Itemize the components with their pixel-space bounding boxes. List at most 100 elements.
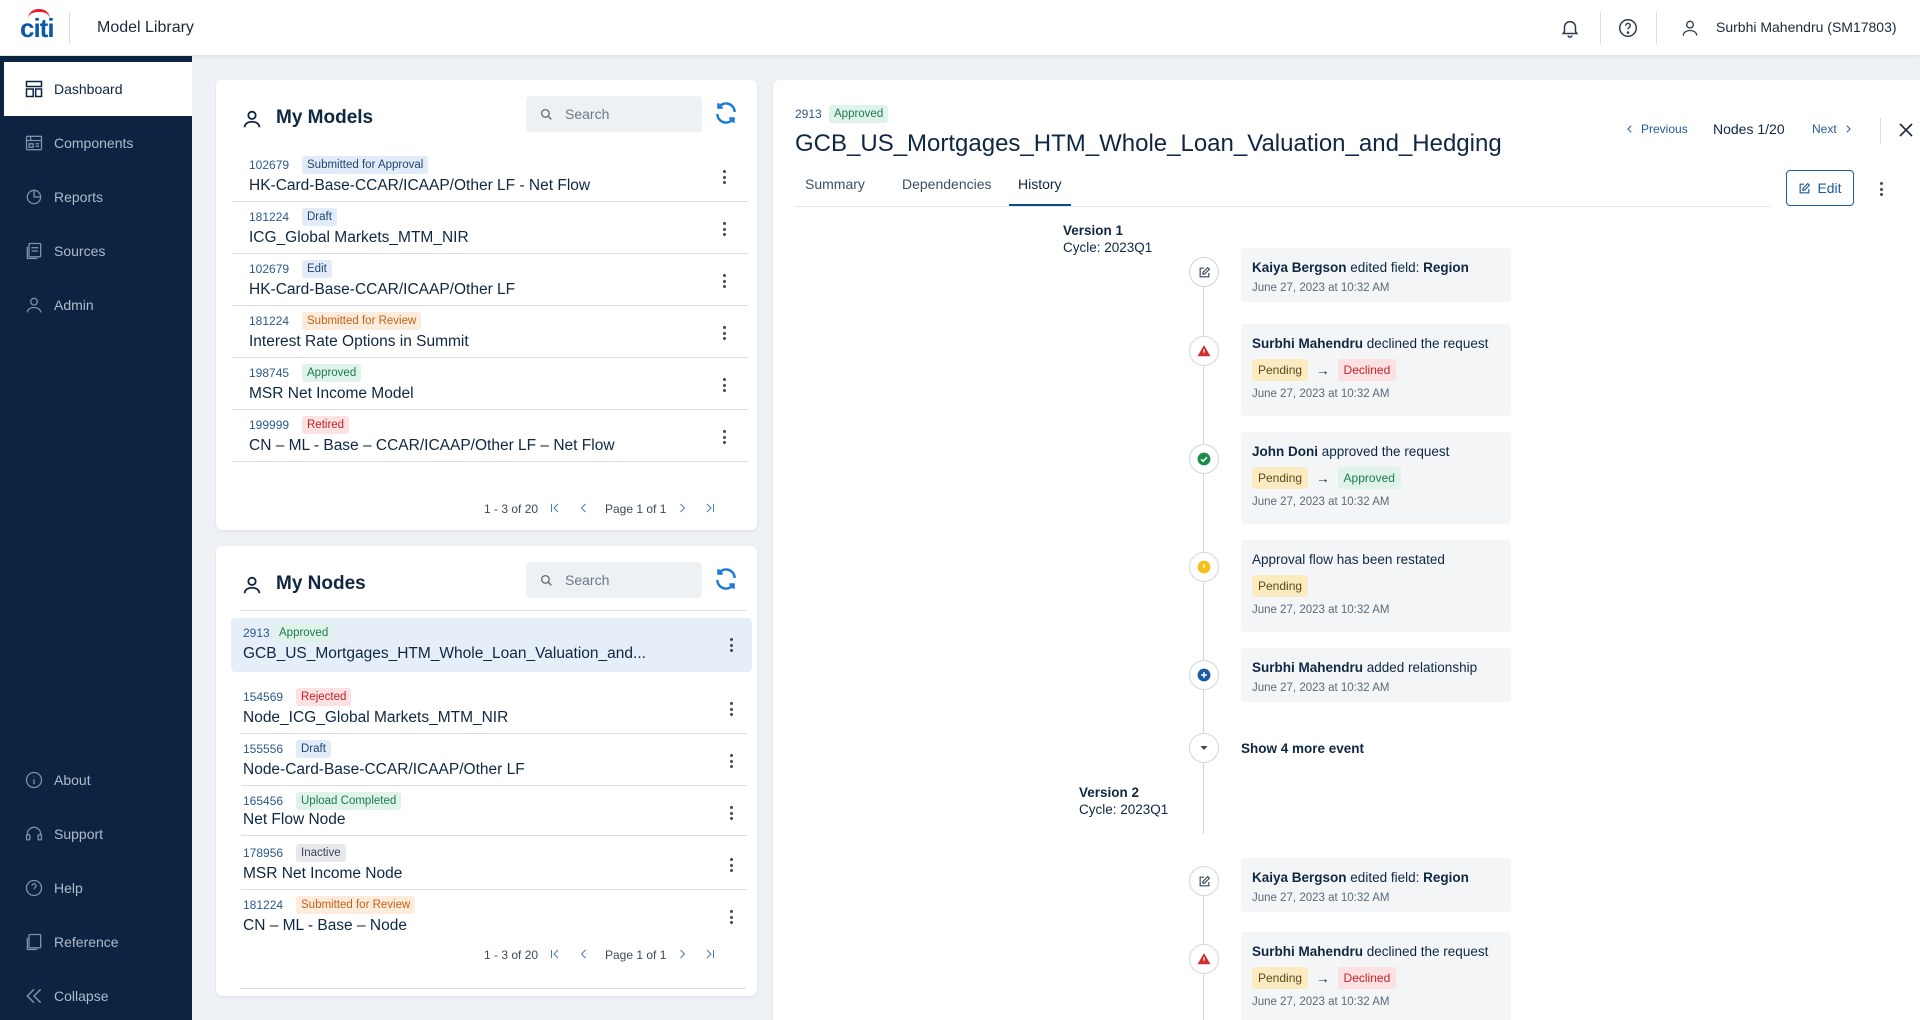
refresh-icon[interactable]: [713, 100, 739, 126]
list-item[interactable]: 181224 Submitted for Review Interest Rat…: [232, 306, 748, 358]
event-actor: Kaiya Bergson: [1252, 870, 1347, 885]
item-name[interactable]: HK-Card-Base-CCAR/ICAAP/Other LF: [249, 281, 515, 299]
chevron-down-icon[interactable]: [1189, 733, 1219, 763]
item-name[interactable]: GCB_US_Mortgages_HTM_Whole_Loan_Valuatio…: [243, 645, 646, 663]
edit-button[interactable]: Edit: [1786, 170, 1854, 206]
event-actor: Kaiya Bergson: [1252, 260, 1347, 275]
user-icon[interactable]: [1676, 14, 1704, 42]
more-vertical-icon[interactable]: [1876, 180, 1886, 198]
event-time: June 27, 2023 at 10:32 AM: [1252, 496, 1390, 508]
next-page-icon[interactable]: [676, 948, 688, 963]
models-search-input[interactable]: [565, 106, 685, 122]
sidebar-item-components[interactable]: Components: [0, 116, 192, 170]
sidebar-item-about[interactable]: About: [0, 753, 192, 807]
help-circle-icon[interactable]: [1614, 14, 1642, 42]
event-text: approved the request: [1318, 444, 1450, 459]
next-link[interactable]: Next: [1812, 122, 1853, 136]
nodes-pagination: 1 - 3 of 20 Page 1 of 1: [216, 946, 757, 966]
next-page-icon[interactable]: [676, 502, 688, 517]
history-event: Surbhi Mahendru added relationship June …: [1241, 648, 1511, 702]
more-vertical-icon[interactable]: [723, 636, 739, 654]
item-name[interactable]: Node_ICG_Global Markets_MTM_NIR: [243, 709, 508, 727]
close-icon[interactable]: [1897, 121, 1915, 139]
last-page-icon[interactable]: [704, 502, 716, 517]
alert-circle-icon: [1189, 552, 1219, 582]
app-title: Model Library: [97, 19, 194, 36]
warning-icon: [1189, 944, 1219, 974]
event-time: June 27, 2023 at 10:32 AM: [1252, 892, 1390, 904]
item-name[interactable]: HK-Card-Base-CCAR/ICAAP/Other LF - Net F…: [249, 177, 590, 195]
pagination-range: 1 - 3 of 20: [484, 948, 539, 962]
nodes-search-box[interactable]: [526, 562, 702, 598]
item-name[interactable]: Net Flow Node: [243, 811, 346, 829]
node-detail-panel: 2913 Approved GCB_US_Mortgages_HTM_Whole…: [773, 80, 1920, 1020]
more-vertical-icon[interactable]: [723, 908, 739, 926]
more-vertical-icon[interactable]: [716, 324, 732, 342]
citi-logo[interactable]: citi: [20, 9, 55, 44]
more-vertical-icon[interactable]: [716, 220, 732, 238]
sidebar-item-collapse[interactable]: Collapse: [0, 969, 192, 1020]
show-more-link[interactable]: Show 4 more event: [1241, 741, 1364, 756]
item-id: 198745: [249, 366, 290, 380]
more-vertical-icon[interactable]: [716, 168, 732, 186]
list-item[interactable]: 102679 Submitted for Approval HK-Card-Ba…: [232, 150, 748, 202]
more-vertical-icon[interactable]: [723, 804, 739, 822]
more-vertical-icon[interactable]: [716, 428, 732, 446]
list-item[interactable]: 165456 Upload Completed Net Flow Node: [241, 786, 747, 836]
status-badge: Pending: [1252, 575, 1309, 597]
prev-page-icon[interactable]: [578, 948, 590, 963]
status-badge: Draft: [302, 208, 337, 226]
sidebar-item-reports[interactable]: Reports: [0, 170, 192, 224]
sidebar-item-help[interactable]: Help: [0, 861, 192, 915]
list-item[interactable]: 181224 Draft ICG_Global Markets_MTM_NIR: [232, 202, 748, 254]
event-time: June 27, 2023 at 10:32 AM: [1252, 682, 1390, 694]
sidebar-item-admin[interactable]: Admin: [0, 278, 192, 332]
event-actor: Surbhi Mahendru: [1252, 336, 1363, 351]
first-page-icon[interactable]: [549, 948, 561, 963]
list-item[interactable]: 155556 Draft Node-Card-Base-CCAR/ICAAP/O…: [241, 734, 747, 786]
tab-summary[interactable]: Summary: [805, 176, 865, 206]
item-name[interactable]: Interest Rate Options in Summit: [249, 333, 469, 351]
previous-link[interactable]: Previous: [1625, 122, 1688, 136]
status-badge: Approved: [1337, 467, 1401, 489]
prev-page-icon[interactable]: [578, 502, 590, 517]
item-name[interactable]: MSR Net Income Node: [243, 865, 402, 883]
sidebar-item-reference[interactable]: Reference: [0, 915, 192, 969]
more-vertical-icon[interactable]: [723, 752, 739, 770]
item-name[interactable]: CN – ML - Base – Node: [243, 917, 407, 935]
list-item[interactable]: 154569 Rejected Node_ICG_Global Markets_…: [241, 682, 747, 734]
sidebar-item-dashboard[interactable]: Dashboard: [0, 62, 192, 116]
sidebar-item-support[interactable]: Support: [0, 807, 192, 861]
list-item[interactable]: 181224 Submitted for Review CN – ML - Ba…: [241, 890, 747, 942]
status-badge: Submitted for Review: [296, 896, 416, 914]
refresh-icon[interactable]: [713, 566, 739, 592]
more-vertical-icon[interactable]: [716, 272, 732, 290]
more-vertical-icon[interactable]: [723, 856, 739, 874]
list-item[interactable]: 2913 Approved GCB_US_Mortgages_HTM_Whole…: [231, 618, 752, 672]
user-name[interactable]: Surbhi Mahendru (SM17803): [1716, 19, 1897, 35]
item-name[interactable]: ICG_Global Markets_MTM_NIR: [249, 229, 469, 247]
last-page-icon[interactable]: [704, 948, 716, 963]
item-name[interactable]: MSR Net Income Model: [249, 385, 414, 403]
tab-dependencies[interactable]: Dependencies: [902, 176, 992, 206]
item-name[interactable]: Node-Card-Base-CCAR/ICAAP/Other LF: [243, 761, 525, 779]
status-badge: Edit: [302, 260, 332, 278]
more-vertical-icon[interactable]: [716, 376, 732, 394]
header-separator: [1880, 118, 1881, 144]
models-search-box[interactable]: [526, 96, 702, 132]
list-item[interactable]: 178956 Inactive MSR Net Income Node: [241, 838, 747, 890]
event-actor: Surbhi Mahendru: [1252, 944, 1363, 959]
first-page-icon[interactable]: [549, 502, 561, 517]
bell-icon[interactable]: [1556, 14, 1584, 42]
nodes-search-input[interactable]: [565, 572, 685, 588]
list-item[interactable]: 199999 Retired CN – ML - Base – CCAR/ICA…: [232, 410, 748, 462]
list-item[interactable]: 102679 Edit HK-Card-Base-CCAR/ICAAP/Othe…: [232, 254, 748, 306]
tab-history[interactable]: History: [1009, 176, 1071, 206]
pagination-page: Page 1 of 1: [605, 948, 667, 962]
sidebar-item-sources[interactable]: Sources: [0, 224, 192, 278]
list-item[interactable]: 198745 Approved MSR Net Income Model: [232, 358, 748, 410]
version-cycle: Cycle: 2023Q1: [1079, 802, 1169, 817]
item-name[interactable]: CN – ML - Base – CCAR/ICAAP/Other LF – N…: [249, 437, 615, 455]
more-vertical-icon[interactable]: [723, 700, 739, 718]
dashboard-icon: [25, 80, 43, 98]
